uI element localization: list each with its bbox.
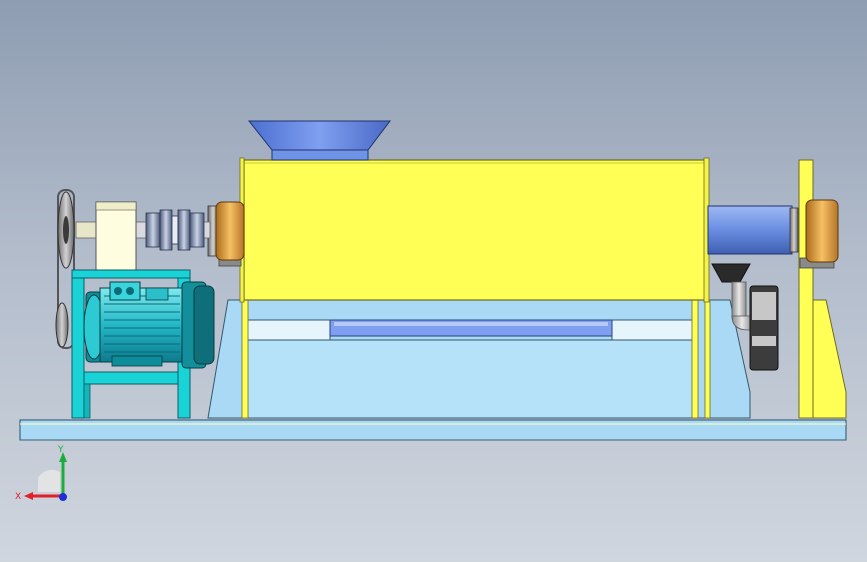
screen-trough[interactable]	[329, 319, 613, 337]
base-plate[interactable]	[19, 419, 847, 441]
coordinate-triad-icon: Y X	[15, 445, 67, 502]
triad-y-label: Y	[57, 445, 64, 455]
machine-base-frame[interactable]	[207, 299, 751, 419]
shaft-coupling[interactable]	[135, 209, 211, 251]
triad-x-label: X	[15, 492, 21, 502]
belt-pulley[interactable]	[55, 189, 75, 349]
gear-block[interactable]	[75, 201, 137, 271]
cad-model-view[interactable]: Y X	[0, 0, 867, 562]
cad-viewport[interactable]: Y X	[0, 0, 867, 562]
barrel-housing[interactable]	[239, 157, 710, 303]
feed-hopper[interactable]	[247, 120, 392, 161]
left-bearing[interactable]	[207, 201, 245, 267]
right-bearing[interactable]	[799, 199, 839, 269]
outlet-flange[interactable]	[749, 285, 779, 371]
electric-motor[interactable]	[83, 281, 215, 369]
right-end-plate[interactable]	[798, 159, 847, 419]
right-shaft[interactable]	[707, 205, 799, 255]
